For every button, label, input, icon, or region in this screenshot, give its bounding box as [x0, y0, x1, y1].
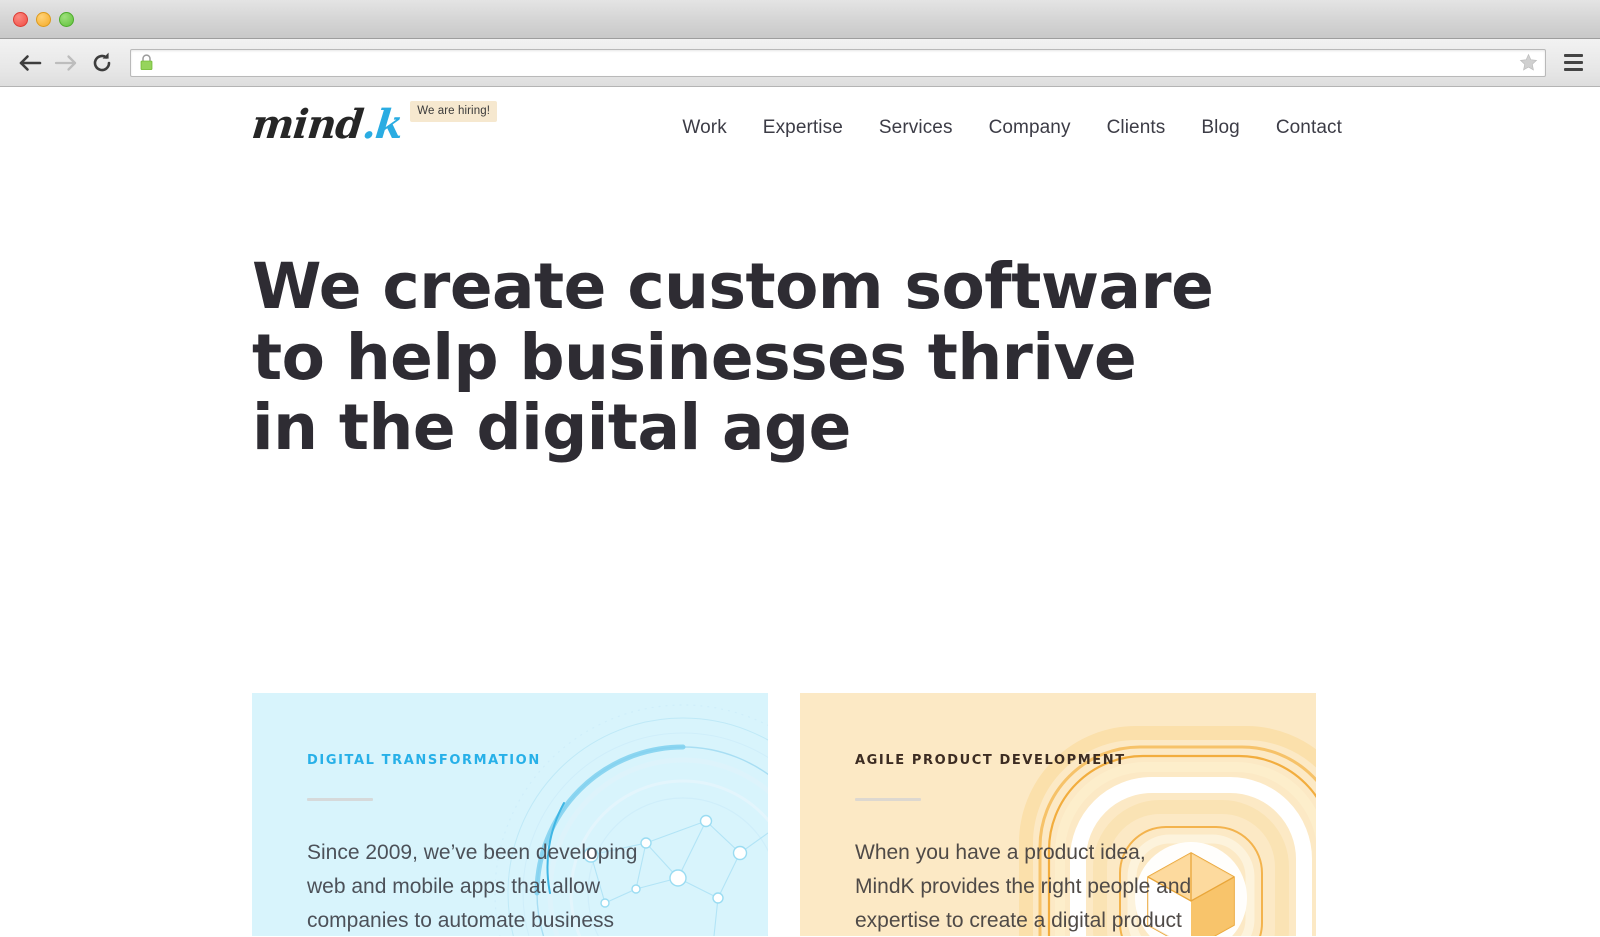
site-header: mind.k We are hiring! Work Expertise Ser…: [0, 87, 1600, 197]
forward-button[interactable]: [48, 45, 84, 81]
hero-line-2: to help businesses thrive: [252, 320, 1137, 394]
menu-bar-2: [1563, 61, 1583, 64]
hero-section: We create custom software to help busine…: [252, 250, 1352, 465]
nav-item-contact[interactable]: Contact: [1276, 117, 1342, 139]
back-arrow-icon: [19, 54, 42, 71]
card-label: AGILE PRODUCT DEVELOPMENT: [855, 753, 1126, 768]
traffic-lights: [13, 11, 74, 27]
window-titlebar: [0, 0, 1600, 39]
hero-line-1: We create custom software: [252, 250, 1214, 323]
nav-item-company[interactable]: Company: [989, 117, 1071, 139]
bookmark-star-icon[interactable]: [1517, 52, 1539, 74]
hiring-badge[interactable]: We are hiring!: [410, 101, 497, 122]
minimize-window-button[interactable]: [36, 11, 51, 27]
card-agile-product-development[interactable]: AGILE PRODUCT DEVELOPMENT When you have …: [800, 693, 1316, 936]
logo-text: mind.k: [250, 101, 405, 148]
secure-lock-icon: [139, 54, 154, 71]
card-label: DIGITAL TRANSFORMATION: [307, 753, 541, 768]
card-digital-transformation[interactable]: DIGITAL TRANSFORMATION Since 2009, we’ve…: [252, 693, 768, 936]
menu-bar-3: [1563, 68, 1583, 71]
card-content: AGILE PRODUCT DEVELOPMENT When you have …: [800, 693, 1316, 936]
card-divider: [855, 798, 921, 801]
logo-accent: .k: [360, 101, 405, 148]
reload-icon: [93, 52, 111, 71]
maximize-window-button[interactable]: [59, 11, 74, 27]
browser-toolbar: [0, 39, 1600, 87]
hamburger-menu-icon[interactable]: [1558, 48, 1588, 78]
logo-main: mind: [249, 101, 366, 148]
back-button[interactable]: [12, 45, 48, 81]
nav-item-expertise[interactable]: Expertise: [763, 117, 843, 139]
main-navigation: Work Expertise Services Company Clients …: [682, 117, 1342, 139]
nav-item-work[interactable]: Work: [682, 117, 726, 139]
page-title: We create custom software to help busine…: [252, 250, 1352, 465]
card-body-text: When you have a product idea, MindK prov…: [855, 841, 1192, 933]
close-window-button[interactable]: [13, 11, 28, 27]
browser-window: mind.k We are hiring! Work Expertise Ser…: [0, 0, 1600, 937]
nav-item-blog[interactable]: Blog: [1201, 117, 1239, 139]
hero-line-3: in the digital age: [252, 391, 851, 465]
address-bar[interactable]: [130, 48, 1546, 77]
menu-bar-1: [1563, 54, 1583, 57]
nav-item-clients[interactable]: Clients: [1107, 117, 1166, 139]
forward-arrow-icon: [54, 54, 77, 71]
card-divider: [307, 798, 373, 801]
nav-item-services[interactable]: Services: [879, 117, 953, 139]
service-cards: DIGITAL TRANSFORMATION Since 2009, we’ve…: [0, 693, 1600, 936]
reload-button[interactable]: [84, 45, 120, 81]
card-body-text: Since 2009, we’ve been developing web an…: [307, 841, 638, 933]
page-viewport: mind.k We are hiring! Work Expertise Ser…: [0, 87, 1600, 936]
site-logo[interactable]: mind.k We are hiring!: [250, 101, 497, 148]
card-content: DIGITAL TRANSFORMATION Since 2009, we’ve…: [252, 693, 768, 936]
